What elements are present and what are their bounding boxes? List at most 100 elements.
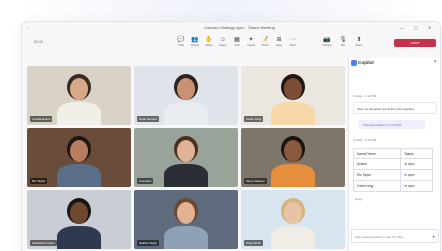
people-icon: 👥 xyxy=(191,37,199,43)
participant-face xyxy=(70,78,88,100)
people-button[interactable]: 👥 People xyxy=(188,36,202,51)
prompt-text: Give me the action items from this meeti… xyxy=(357,107,414,111)
copilot-icon: ✦ xyxy=(248,37,254,43)
close-icon[interactable]: ✕ xyxy=(433,59,437,65)
copilot-input[interactable]: Ask a work question or use / for files ➤ xyxy=(351,229,439,243)
raise-hand-icon: ✋ xyxy=(205,37,213,43)
maximize-button[interactable]: ▢ xyxy=(414,25,418,30)
raise-hand-button[interactable]: ✋ Raise xyxy=(202,36,216,51)
toolbar-label: People xyxy=(190,44,200,47)
close-window-button[interactable]: ✕ xyxy=(428,25,431,30)
apps-icon: ⊞ xyxy=(276,37,282,43)
participant-name: Rio Taylor xyxy=(30,178,48,184)
back-arrow-icon[interactable]: ← xyxy=(27,25,31,30)
participant-body xyxy=(57,102,101,125)
copilot-timestamp-2: Copilot · 1:13 PM xyxy=(353,138,377,142)
table-cell: Carla Irving xyxy=(352,180,402,192)
toolbar-label: More xyxy=(290,44,296,47)
teams-meeting-window: ← Contoso Strategy sync · Teams Meeting … xyxy=(22,22,440,251)
react-button[interactable]: ☺ React xyxy=(216,36,230,51)
share-button[interactable]: ⬆ Share xyxy=(352,36,366,51)
action-items-table: Name/Owner Status Amelia In sync Rio Taylor I… xyxy=(352,148,433,192)
participant-name: Priya Shah xyxy=(244,240,263,246)
participant-tile[interactable]: Sebastian Frame xyxy=(27,190,131,249)
video-grid: Amelia Evans Noah Hansen Carla Irving Rio T… xyxy=(27,66,347,251)
view-icon: ▦ xyxy=(234,37,240,43)
table-row: Rio Taylor In sync xyxy=(352,169,433,181)
table-cell: In sync xyxy=(400,158,433,170)
send-icon[interactable]: ➤ xyxy=(432,234,435,239)
participant-body xyxy=(164,102,208,125)
copilot-title: Copilot xyxy=(358,60,374,65)
window-title: Contoso Strategy sync · Teams Meeting xyxy=(204,25,275,30)
apps-button[interactable]: ⊞ Apps xyxy=(272,36,286,51)
title-bar: ← Contoso Strategy sync · Teams Meeting … xyxy=(22,22,440,34)
participant-face xyxy=(70,202,88,224)
toolbar-label: View xyxy=(234,44,240,47)
copilot-logo-icon xyxy=(351,60,357,66)
participant-face xyxy=(177,140,195,162)
participant-name: Nathan Rigby xyxy=(137,240,160,246)
participant-tile[interactable]: Rio Taylor xyxy=(27,128,131,187)
toolbar-label: React xyxy=(219,44,227,47)
participant-tile[interactable]: Amelia Evans xyxy=(27,66,131,125)
copilot-button[interactable]: ✦ Copilot xyxy=(244,36,258,51)
camera-button[interactable]: 📷 Camera xyxy=(320,36,334,51)
meeting-timer: 01:12 xyxy=(34,40,43,44)
participant-face xyxy=(284,140,302,162)
participant-face xyxy=(177,78,195,100)
participant-tile[interactable]: Noah Hansen xyxy=(134,66,238,125)
minimize-button[interactable]: — xyxy=(400,25,404,30)
chat-button[interactable]: 💬 Chat xyxy=(174,36,188,51)
participant-tile[interactable]: Kiera Jackson xyxy=(241,128,345,187)
chat-icon: 💬 xyxy=(177,37,185,43)
toolbar-label: Mic xyxy=(340,44,346,47)
toolbar-label: Camera xyxy=(322,44,332,47)
share-icon: ⬆ xyxy=(356,37,362,43)
participant-tile[interactable]: Lisa Ruiz xyxy=(134,128,238,187)
table-cell: In sync xyxy=(400,180,433,192)
participant-tile[interactable]: Carla Irving xyxy=(241,66,345,125)
notes-button[interactable]: 📝 Notes xyxy=(258,36,272,51)
mic-icon: 🎙 xyxy=(339,37,347,43)
participant-tile[interactable]: Priya Shah xyxy=(241,190,345,249)
meeting-toolbar: 01:12 💬 Chat 👥 People ✋ Raise ☺ React ▦ View ✦ Copi… xyxy=(22,34,440,52)
participant-name: Noah Hansen xyxy=(137,116,160,122)
table-cell: Status xyxy=(400,148,433,159)
table-cell: Name/Owner xyxy=(352,148,402,159)
participant-name: Amelia Evans xyxy=(30,116,53,122)
copilot-panel: Copilot ✕ Copilot · 1:12 PM Give me the … xyxy=(348,58,440,251)
toolbar-label: Raise xyxy=(205,44,213,47)
summary-note: Summary based on 1:10 PM xyxy=(359,120,425,129)
participant-name: Carla Irving xyxy=(244,116,264,122)
notes-icon: 📝 xyxy=(261,37,269,43)
table-cell: Amelia xyxy=(352,158,402,170)
mic-button[interactable]: 🎙 Mic xyxy=(336,36,350,51)
participant-body xyxy=(164,226,208,249)
toolbar-label: Apps xyxy=(276,44,282,47)
participant-face xyxy=(177,202,195,224)
participant-body xyxy=(164,164,208,187)
participant-body xyxy=(57,226,101,249)
prompt-bubble: Give me the action items from this meeti… xyxy=(353,102,437,114)
table-cell: Rio Taylor xyxy=(352,169,402,181)
participant-name: Kiera Jackson xyxy=(244,178,267,184)
toolbar-label: Chat xyxy=(178,44,184,47)
table-row: Carla Irving In sync xyxy=(352,180,433,192)
participant-tile[interactable]: Nathan Rigby xyxy=(134,190,238,249)
participant-name: Sebastian Frame xyxy=(30,240,57,246)
participant-body xyxy=(271,226,315,249)
toolbar-label: Notes xyxy=(261,44,269,47)
participant-face xyxy=(284,78,302,100)
participant-body xyxy=(271,102,315,125)
summary-note-text: Summary based on 1:10 PM xyxy=(363,123,402,127)
copilot-timestamp: Copilot · 1:12 PM xyxy=(353,94,377,98)
leave-button[interactable]: Leave xyxy=(394,39,436,47)
input-hint: Ask a work question or use / for files xyxy=(355,235,404,239)
participant-body xyxy=(57,164,101,187)
view-button[interactable]: ▦ View xyxy=(230,36,244,51)
table-cell: In sync xyxy=(400,169,433,181)
more-button[interactable]: ⋯ More xyxy=(286,36,300,51)
participant-name: Lisa Ruiz xyxy=(137,178,154,184)
copy-button[interactable]: Copy xyxy=(355,197,362,201)
